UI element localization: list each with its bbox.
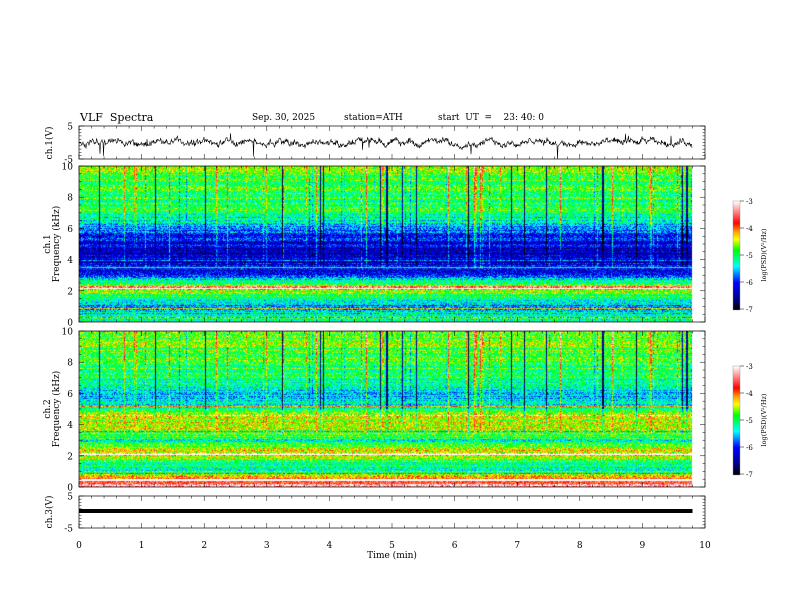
y-tick-label: 2 xyxy=(67,452,73,462)
x-tick-label: 0 xyxy=(76,541,82,551)
axes-layer: 5-5024681002468105-5ch.1(V)ch.1 Frequency… xyxy=(43,123,768,562)
colorbar-label: log(PSD)(V²/Hz) xyxy=(760,228,768,281)
x-tick-label: 2 xyxy=(201,541,207,551)
colorbar-tick-label: -3 xyxy=(746,198,753,206)
y-tick-label: 6 xyxy=(67,225,73,235)
colorbar-tick-label: -4 xyxy=(746,225,753,233)
x-tick-label: 7 xyxy=(514,541,520,551)
colorbar-frame xyxy=(732,200,741,311)
y-tick-label: 2 xyxy=(67,287,73,297)
colorbar-tick-label: -7 xyxy=(746,471,753,479)
y-tick-label: 5 xyxy=(67,493,73,503)
colorbar-label: log(PSD)(V²/Hz) xyxy=(760,393,768,446)
colorbar-tick-label: -6 xyxy=(746,279,753,287)
y-tick-label: 5 xyxy=(67,123,73,133)
panel-frame-ch1-spectrogram xyxy=(78,165,706,323)
ch2-ylabel-frequency: Frequency (kHz) xyxy=(51,371,62,448)
y-tick-label: 4 xyxy=(67,256,73,266)
y-tick-label: 8 xyxy=(67,194,73,204)
y-tick-label: -5 xyxy=(64,525,73,535)
colorbar-tick-label: -4 xyxy=(746,390,753,398)
colorbar-tick-label: -5 xyxy=(746,252,753,260)
x-tick-label: 9 xyxy=(640,541,646,551)
x-tick-label: 3 xyxy=(264,541,270,551)
y-tick-label: 8 xyxy=(67,359,73,369)
x-tick-label: 4 xyxy=(327,541,333,551)
y-tick-label: 6 xyxy=(67,390,73,400)
x-axis-label: Time (min) xyxy=(367,550,417,561)
x-tick-label: 1 xyxy=(139,541,145,551)
vlf-spectra-figure: VLF Spectra Sep. 30, 2025 station=ATH st… xyxy=(0,0,792,612)
ch3-ylabel: ch.3(V) xyxy=(44,496,55,529)
y-tick-label: 10 xyxy=(62,328,74,338)
x-tick-label: 10 xyxy=(699,541,711,551)
y-tick-label: 4 xyxy=(67,421,73,431)
ch1-ylabel: ch.1(V) xyxy=(44,127,55,160)
y-tick-label: 10 xyxy=(62,163,74,173)
colorbar-tick-label: -7 xyxy=(746,306,753,314)
colorbar-tick-label: -5 xyxy=(746,417,753,425)
x-tick-label: 8 xyxy=(577,541,583,551)
panel-frame-ch2-spectrogram xyxy=(78,330,706,488)
colorbar-frame xyxy=(732,365,741,476)
x-tick-label: 6 xyxy=(452,541,458,551)
ch1-ylabel-frequency: Frequency (kHz) xyxy=(51,206,62,283)
colorbar-tick-label: -3 xyxy=(746,363,753,371)
ch1-waveform-line xyxy=(78,133,693,160)
colorbar-tick-label: -6 xyxy=(746,444,753,452)
x-tick-label: 5 xyxy=(389,541,395,551)
